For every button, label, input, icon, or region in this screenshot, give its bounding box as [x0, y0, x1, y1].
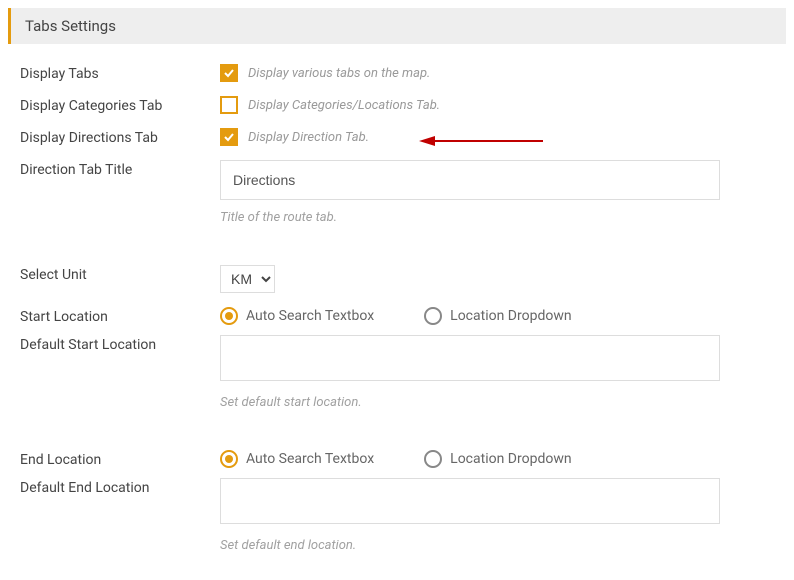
radio-unselected-icon: [424, 307, 442, 325]
row-display-categories: Display Categories Tab Display Categorie…: [20, 96, 774, 114]
hint-display-tabs: Display various tabs on the map.: [248, 66, 430, 81]
row-start-location: Start Location Auto Search Textbox Locat…: [20, 307, 774, 325]
check-icon: [223, 67, 235, 79]
radio-label-start-dropdown: Location Dropdown: [450, 308, 571, 324]
label-default-end: Default End Location: [20, 478, 220, 496]
radio-label-end-auto: Auto Search Textbox: [246, 451, 374, 467]
checkbox-display-categories[interactable]: [220, 96, 238, 114]
select-unit[interactable]: KM: [221, 266, 274, 292]
label-display-categories: Display Categories Tab: [20, 96, 220, 114]
input-default-start[interactable]: [220, 335, 720, 381]
label-start-location: Start Location: [20, 307, 220, 325]
row-end-location: End Location Auto Search Textbox Locatio…: [20, 450, 774, 468]
radio-start-auto[interactable]: Auto Search Textbox: [220, 307, 374, 325]
row-display-directions: Display Directions Tab Display Direction…: [20, 128, 774, 146]
help-default-end: Set default end location.: [220, 538, 774, 553]
hint-display-categories: Display Categories/Locations Tab.: [248, 98, 440, 113]
settings-title: Tabs Settings: [25, 17, 772, 35]
row-select-unit: Select Unit KM: [20, 265, 774, 293]
row-default-start: Default Start Location Set default start…: [20, 335, 774, 410]
check-icon: [223, 131, 235, 143]
checkbox-display-tabs[interactable]: [220, 64, 238, 82]
row-direction-tab-title: Direction Tab Title Title of the route t…: [20, 160, 774, 225]
radio-label-end-dropdown: Location Dropdown: [450, 451, 571, 467]
radio-start-dropdown[interactable]: Location Dropdown: [424, 307, 571, 325]
label-select-unit: Select Unit: [20, 265, 220, 283]
settings-header: Tabs Settings: [8, 8, 786, 44]
radio-end-dropdown[interactable]: Location Dropdown: [424, 450, 571, 468]
label-default-start: Default Start Location: [20, 335, 220, 353]
label-display-directions: Display Directions Tab: [20, 128, 220, 146]
label-display-tabs: Display Tabs: [20, 64, 220, 82]
radio-unselected-icon: [424, 450, 442, 468]
label-direction-tab-title: Direction Tab Title: [20, 160, 220, 178]
radio-label-start-auto: Auto Search Textbox: [246, 308, 374, 324]
help-default-start: Set default start location.: [220, 395, 774, 410]
input-direction-tab-title[interactable]: [220, 160, 720, 200]
checkbox-display-directions[interactable]: [220, 128, 238, 146]
row-default-end: Default End Location Set default end loc…: [20, 478, 774, 553]
row-display-tabs: Display Tabs Display various tabs on the…: [20, 64, 774, 82]
radio-selected-icon: [220, 450, 238, 468]
hint-display-directions: Display Direction Tab.: [248, 130, 369, 145]
help-direction-tab-title: Title of the route tab.: [220, 210, 774, 225]
radio-selected-icon: [220, 307, 238, 325]
label-end-location: End Location: [20, 450, 220, 468]
settings-form: Display Tabs Display various tabs on the…: [0, 44, 794, 577]
radio-end-auto[interactable]: Auto Search Textbox: [220, 450, 374, 468]
input-default-end[interactable]: [220, 478, 720, 524]
